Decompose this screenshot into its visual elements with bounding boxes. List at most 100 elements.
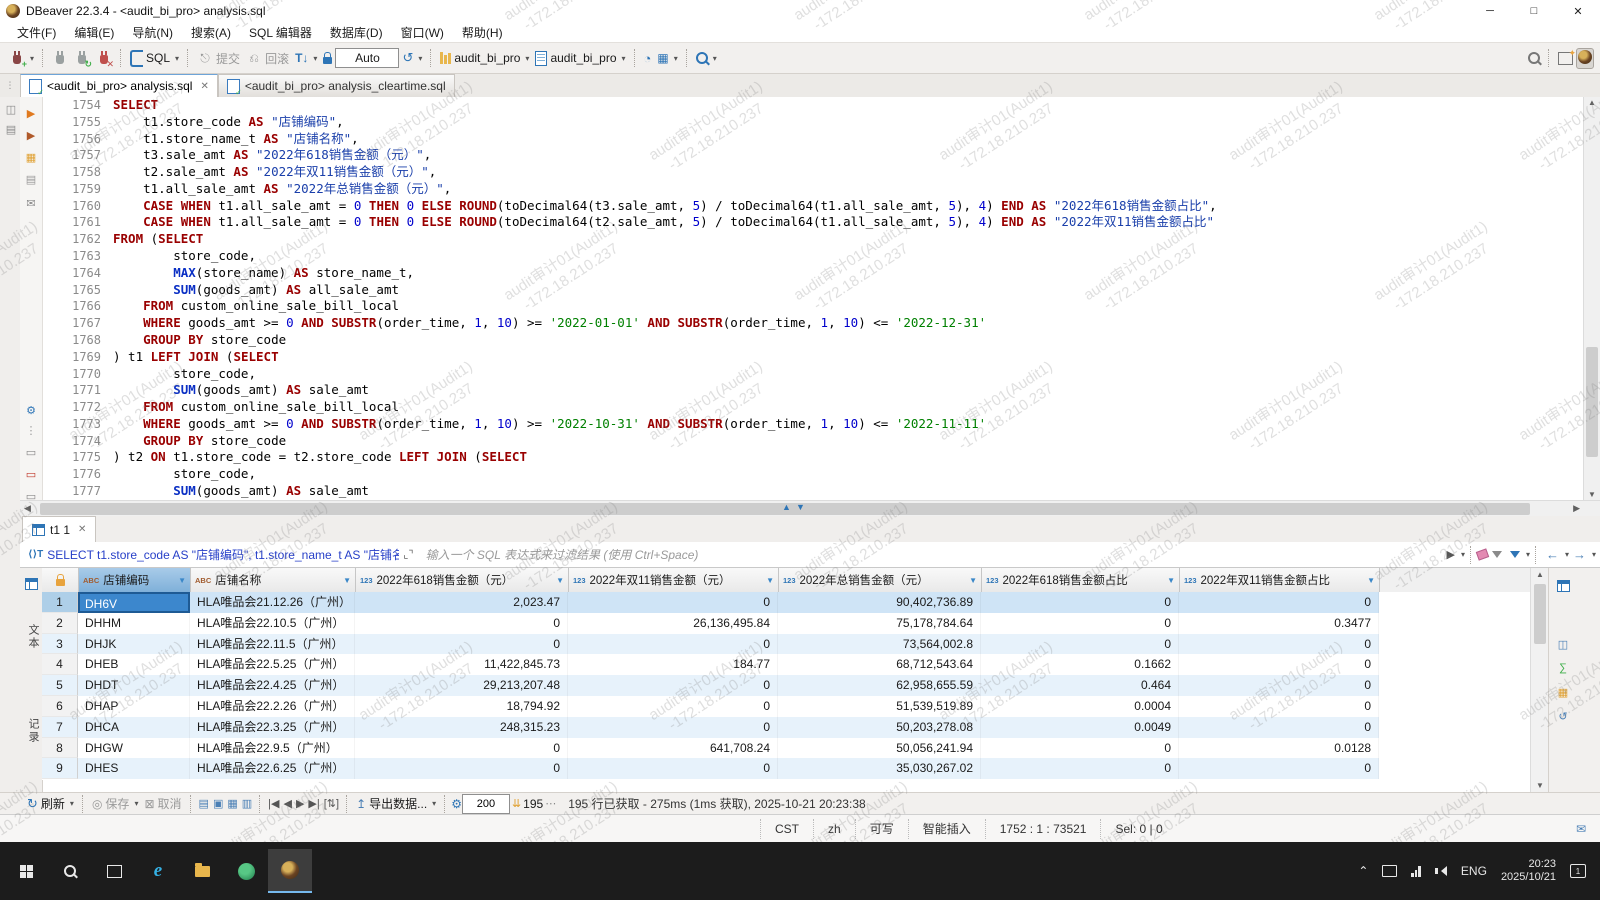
results-vscrollbar[interactable]: ▲ ▼ <box>1530 568 1549 792</box>
notifications-icon[interactable]: ✉ <box>1576 822 1586 836</box>
code-line[interactable]: 1773 WHERE goods_amt >= 0 AND SUBSTR(ord… <box>43 416 1583 433</box>
grid-cell[interactable]: 18,794.92 <box>355 695 568 717</box>
filter-expand-icon[interactable]: ⌞⌝ <box>403 548 413 561</box>
goto-row-icon[interactable]: [⇅] <box>324 797 339 810</box>
apply-filter-icon[interactable]: ▶ <box>1446 548 1454 561</box>
row-number[interactable]: 2 <box>42 612 78 634</box>
grid-cell[interactable]: 0 <box>355 612 568 634</box>
grid-cell[interactable]: DHEB <box>78 654 190 676</box>
grid-cell[interactable]: DHCA <box>78 716 190 738</box>
sql-editor[interactable]: ▶ ▶ ▦ ▤ ✉ ⚙ ⋮ ▭ ▭ ▭ 1754 SELECT 1755 t1.st… <box>20 97 1600 503</box>
code-line[interactable]: 1772 FROM custom_online_sale_bill_local <box>43 399 1583 416</box>
column-header-5[interactable]: 123 2022年618销售金额占比 ▼ <box>982 568 1180 592</box>
grid-cell[interactable]: 0 <box>981 633 1179 655</box>
connect-button[interactable] <box>49 48 71 68</box>
database-caret-icon[interactable]: ▾ <box>525 54 529 63</box>
code-line[interactable]: 1763 store_code, <box>43 248 1583 265</box>
grid-cell[interactable]: 51,539,519.89 <box>778 695 981 717</box>
menu-item-3[interactable]: 搜索(A) <box>182 24 240 41</box>
menu-item-0[interactable]: 文件(F) <box>8 24 65 41</box>
quick-search-button[interactable] <box>1525 50 1543 66</box>
sash-minimize-icon[interactable]: ▼ <box>796 502 805 512</box>
save-caret-icon[interactable]: ▾ <box>134 799 138 808</box>
code-line[interactable]: 1756 t1.store_name_t AS "店铺名称", <box>43 131 1583 148</box>
code-line[interactable]: 1767 WHERE goods_amt >= 0 AND SUBSTR(ord… <box>43 315 1583 332</box>
code-line[interactable]: 1764 MAX(store_name) AS store_name_t, <box>43 265 1583 282</box>
grid-cell[interactable]: 68,712,543.64 <box>778 654 981 676</box>
refresh-button[interactable]: ↻ 刷新 ▾ <box>24 793 77 814</box>
row-number[interactable]: 9 <box>42 758 78 780</box>
grid-corner-cell[interactable] <box>42 568 79 592</box>
column-filter-icon[interactable]: ▼ <box>766 576 774 585</box>
grid-cell[interactable]: 0 <box>568 633 778 655</box>
code-line[interactable]: 1761 CASE WHEN t1.all_sale_amt = 0 THEN … <box>43 214 1583 231</box>
scroll-down-icon[interactable]: ▼ <box>1584 490 1600 499</box>
editor-hscrollbar[interactable]: ◀ ▶ ▲ ▼ <box>20 500 1600 517</box>
settings-gear-icon[interactable]: ⚙ <box>23 402 39 418</box>
script-log-icon[interactable]: ▤ <box>23 171 39 187</box>
code-line[interactable]: 1762 FROM (SELECT <box>43 231 1583 248</box>
schema-caret-icon[interactable]: ▾ <box>622 54 626 63</box>
code-line[interactable]: 1766 FROM custom_online_sale_bill_local <box>43 298 1583 315</box>
panel-grid-icon[interactable] <box>1555 578 1571 594</box>
taskbar-search-button[interactable] <box>48 849 92 893</box>
new-connection-button[interactable]: + ▾ <box>6 48 37 69</box>
grid-cell[interactable]: DHGW <box>78 737 190 759</box>
tab-analysis-sql[interactable]: <audit_bi_pro> analysis.sql ✕ <box>20 74 218 97</box>
grid-view-icon[interactable] <box>23 576 39 592</box>
grid-cell[interactable]: 0 <box>981 592 1179 613</box>
grid-cell[interactable]: 0 <box>568 716 778 738</box>
row-number[interactable]: 6 <box>42 695 78 717</box>
grid-cell[interactable]: 73,564,002.8 <box>778 633 981 655</box>
code-line[interactable]: 1775) t2 ON t1.store_code = t2.store_cod… <box>43 449 1583 466</box>
column-filter-icon[interactable]: ▼ <box>969 576 977 585</box>
add-row-icon[interactable]: ▣ <box>213 797 223 810</box>
column-filter-icon[interactable]: ▼ <box>343 576 351 585</box>
export-button[interactable]: ↥ 导出数据... ▾ <box>353 793 439 814</box>
fetch-all-icon[interactable]: ⇊ <box>512 797 521 810</box>
code-line[interactable]: 1765 SUM(goods_amt) AS all_sale_amt <box>43 282 1583 299</box>
grid-cell[interactable]: 0 <box>981 758 1179 780</box>
column-header-3[interactable]: 123 2022年双11销售金额（元） ▼ <box>569 568 779 592</box>
row-number[interactable]: 5 <box>42 675 78 696</box>
panel-metadata-icon[interactable]: ▦ <box>1555 684 1571 700</box>
code-line[interactable]: 1768 GROUP BY store_code <box>43 332 1583 349</box>
menu-item-7[interactable]: 帮助(H) <box>453 24 512 41</box>
code-line[interactable]: 1771 SUM(goods_amt) AS sale_amt <box>43 382 1583 399</box>
grid-cell[interactable]: HLA唯品会22.9.5（广州） <box>190 737 355 759</box>
grid-cell[interactable]: 0.1662 <box>981 654 1179 676</box>
column-filter-icon[interactable]: ▼ <box>1167 576 1175 585</box>
menu-item-4[interactable]: SQL 编辑器 <box>240 24 321 41</box>
code-line[interactable]: 1758 t2.sale_amt AS "2022年双11销售金额（元）", <box>43 164 1583 181</box>
close-button[interactable]: ✕ <box>1556 0 1600 22</box>
edit-filter-icon[interactable] <box>1491 550 1502 558</box>
menu-item-2[interactable]: 导航(N) <box>123 24 182 41</box>
column-filter-icon[interactable]: ▼ <box>178 576 186 585</box>
grid-cell[interactable]: 11,422,845.73 <box>355 654 568 676</box>
result-settings-gear-icon[interactable]: ⚙ <box>451 797 462 811</box>
grid-cell[interactable]: 0 <box>981 737 1179 759</box>
row-number[interactable]: 3 <box>42 633 78 655</box>
task-view-button[interactable] <box>92 849 136 893</box>
tray-network-icon[interactable] <box>1411 865 1421 877</box>
grid-cell[interactable]: 50,203,278.08 <box>778 716 981 738</box>
commit-mode-combo[interactable]: Auto <box>335 48 400 68</box>
perspective-button[interactable]: ✦ <box>1555 48 1576 67</box>
grid-cell[interactable]: 0 <box>1179 758 1379 780</box>
history-caret-icon[interactable]: ▾ <box>418 54 422 63</box>
grid-cell[interactable]: HLA唯品会22.10.5（广州） <box>190 612 355 634</box>
grid-cell[interactable]: HLA唯品会22.2.26（广州） <box>190 695 355 717</box>
start-button[interactable] <box>4 849 48 893</box>
code-line[interactable]: 1776 store_code, <box>43 466 1583 483</box>
last-row-icon[interactable]: ▶| <box>308 797 319 810</box>
column-header-6[interactable]: 123 2022年双11销售金额占比 ▼ <box>1180 568 1380 592</box>
tab-close-icon[interactable]: ✕ <box>200 81 208 92</box>
code-line[interactable]: 1777 SUM(goods_amt) AS sale_amt <box>43 483 1583 500</box>
code-line[interactable]: 1769) t1 LEFT JOIN (SELECT <box>43 349 1583 366</box>
rollback-button[interactable]: ⎌ 回滚 <box>243 48 292 69</box>
grid-cell[interactable]: 0 <box>568 758 778 780</box>
dbeaver-perspective-button[interactable] <box>1576 47 1594 69</box>
column-header-2[interactable]: 123 2022年618销售金额（元） ▼ <box>356 568 569 592</box>
panel-value-viewer-icon[interactable]: ◫ <box>1555 636 1571 652</box>
grid-cell[interactable]: 2,023.47 <box>355 592 568 613</box>
